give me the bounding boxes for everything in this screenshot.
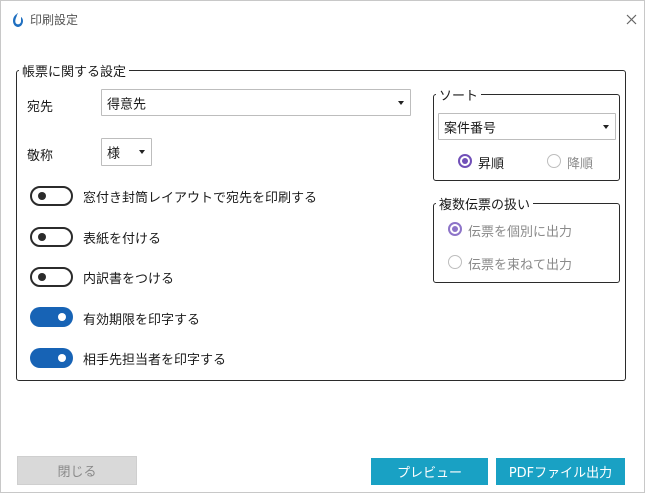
honorific-select[interactable]: 様: [101, 138, 152, 166]
app-logo-icon: [13, 13, 23, 27]
radio-ascending-label: 昇順: [478, 157, 505, 172]
close-icon: [626, 14, 636, 24]
toggle-knob: [38, 192, 46, 200]
radio-individual-output-label: 伝票を個別に出力: [468, 225, 573, 240]
destination-label: 宛先: [27, 100, 54, 115]
honorific-label: 敬称: [27, 149, 54, 164]
form-settings-legend: 帳票に関する設定: [22, 65, 127, 80]
print-settings-dialog: 印刷設定 帳票に関する設定 宛先 得意先 敬称 様 窓付き封筒レイアウトで宛先を…: [0, 0, 645, 493]
sort-field-value: 案件番号: [444, 121, 497, 136]
chevron-down-icon: [603, 124, 609, 129]
toggle-expiry-date[interactable]: [30, 307, 73, 327]
toggle-contact-person-label: 相手先担当者を印字する: [83, 353, 227, 368]
preview-button[interactable]: プレビュー: [371, 458, 488, 485]
toggle-contact-person[interactable]: [30, 348, 73, 368]
radio-individual-output[interactable]: [448, 222, 462, 236]
toggle-breakdown[interactable]: [30, 267, 73, 287]
radio-descending-label: 降順: [567, 157, 594, 172]
radio-bundle-output-label: 伝票を束ねて出力: [468, 258, 573, 273]
toggle-breakdown-label: 内訳書をつける: [83, 272, 175, 287]
toggle-cover-page[interactable]: [30, 227, 73, 247]
toggle-knob: [58, 313, 66, 321]
radio-descending[interactable]: [547, 154, 561, 168]
toggle-knob: [58, 354, 66, 362]
honorific-value: 様: [107, 146, 121, 162]
multiple-slips-legend: 複数伝票の扱い: [439, 198, 531, 213]
close-button[interactable]: 閉じる: [17, 456, 137, 485]
toggle-window-envelope-label: 窓付き封筒レイアウトで宛先を印刷する: [83, 191, 318, 206]
close-window-button[interactable]: [620, 8, 642, 30]
sort-field-select[interactable]: 案件番号: [438, 113, 616, 140]
pdf-export-button[interactable]: PDFファイル出力: [496, 458, 625, 485]
title-bar: 印刷設定: [1, 1, 644, 37]
toggle-knob: [38, 233, 46, 241]
toggle-window-envelope[interactable]: [30, 186, 73, 206]
radio-ascending[interactable]: [458, 154, 472, 168]
toggle-cover-page-label: 表紙を付ける: [83, 232, 162, 247]
chevron-down-icon: [139, 150, 145, 154]
destination-value: 得意先: [107, 97, 147, 112]
toggle-knob: [38, 273, 46, 281]
sort-legend: ソート: [439, 89, 479, 104]
toggle-expiry-date-label: 有効期限を印字する: [83, 313, 201, 328]
chevron-down-icon: [398, 100, 404, 105]
destination-select[interactable]: 得意先: [101, 89, 411, 116]
window-title: 印刷設定: [30, 13, 79, 27]
radio-bundle-output[interactable]: [448, 255, 462, 269]
